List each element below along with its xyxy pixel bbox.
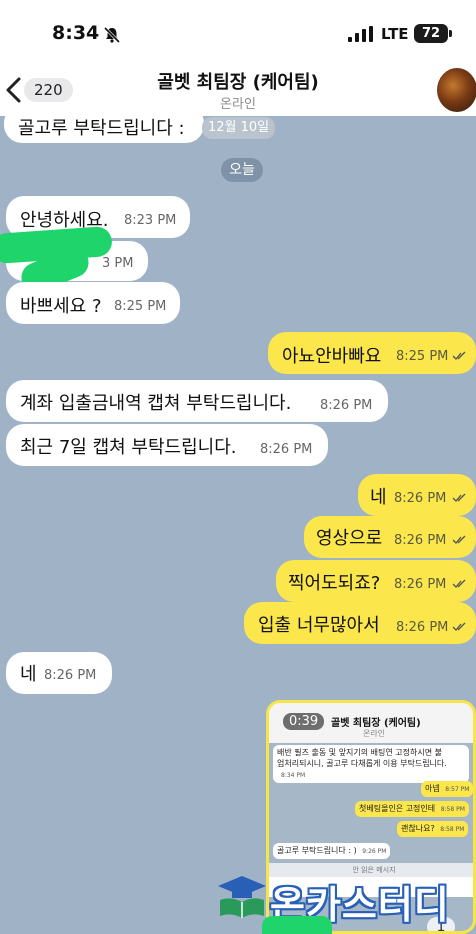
date-tag: 12월 10일	[202, 117, 276, 139]
message-bubble[interactable]: 입출 너무많아서 8:26 PM	[244, 602, 476, 644]
network-label: LTE	[381, 25, 409, 43]
read-check-icon	[452, 622, 466, 631]
read-check-icon	[452, 493, 466, 502]
message-text: 계좌 입출금내역 캡쳐 부탁드립니다.	[20, 393, 292, 414]
video-line-text: 골고루 부탁드립니다 : )	[277, 846, 357, 855]
video-duration: 0:39	[283, 713, 325, 730]
message-bubble[interactable]: 골고루 부탁드립니다 :	[4, 105, 204, 143]
video-line: 괜찮나요? 8:58 PM	[397, 821, 469, 837]
read-check-icon	[452, 579, 466, 588]
message-time: 8:26 PM	[394, 577, 447, 592]
message-bubble[interactable]: 계좌 입출금내역 캡쳐 부탁드립니다. 8:26 PM	[6, 380, 388, 422]
video-line-text: 업처리되시니, 골고루 다채롭게 이용 부탁드립니다.	[277, 759, 447, 768]
message-text: 찍어도되죠?	[288, 573, 381, 594]
video-line-time: 8:57 PM	[445, 786, 470, 793]
clock: 8:34	[52, 22, 100, 44]
message-text: 아뇨안바빠요	[282, 346, 382, 367]
video-line-time: 9:26 PM	[362, 848, 387, 855]
avatar[interactable]	[437, 68, 476, 112]
message-bubble[interactable]: 네 8:26 PM	[358, 474, 476, 516]
message-time: 8:26 PM	[394, 491, 447, 506]
message-time: 8:26 PM	[44, 668, 97, 683]
video-line-text: 배반 필즈 출동 및 앞지기의 배팅연 고정하시면 불	[277, 748, 442, 757]
video-chat-title: 골벳 최팀장 (케어팀)	[331, 718, 421, 729]
status-bar: 8:34 LTE 72	[0, 18, 476, 52]
video-line: 첫베팅올인은 고정인테 8:58 PM	[355, 801, 469, 817]
video-line-text: 첫베팅올인은 고정인테	[359, 804, 436, 813]
message-bubble[interactable]: 바쁘세요 ? 8:25 PM	[6, 282, 180, 324]
message-text: 네	[20, 664, 37, 685]
signal-icon	[348, 26, 373, 42]
message-time: 8:25 PM	[114, 299, 167, 314]
message-text: 최근 7일 캡쳐 부탁드립니다.	[20, 437, 237, 458]
message-text: 영상으로	[316, 528, 383, 549]
redaction-mark	[262, 916, 332, 934]
read-check-icon	[452, 535, 466, 544]
video-header: 골벳 최팀장 (케어팀) 온라인 0:39	[269, 703, 473, 743]
message-text: 골고루 부탁드립니다 :	[18, 118, 185, 139]
video-line-time: 8:34 PM	[281, 772, 306, 779]
video-line-text: 아넵	[425, 784, 440, 793]
message-bubble[interactable]: 아뇨안바빠요 8:25 PM	[268, 332, 476, 374]
video-line-time: 8:58 PM	[440, 806, 465, 813]
message-time: 8:25 PM	[396, 349, 449, 364]
message-bubble[interactable]: 찍어도되죠? 8:26 PM	[276, 560, 476, 602]
video-line-text: 괜찮나요?	[401, 824, 435, 833]
video-line: 골고루 부탁드립니다 : ) 9:26 PM	[273, 843, 391, 859]
message-text: 입출 너무많아서	[258, 615, 380, 636]
message-bubble[interactable]: 영상으로 8:26 PM	[304, 516, 476, 558]
silent-bell-icon	[103, 26, 121, 44]
message-time: 8:23 PM	[124, 213, 177, 228]
video-line: 아넵 8:57 PM	[421, 781, 473, 797]
message-time: 8:26 PM	[396, 620, 449, 635]
message-time: 8:26 PM	[394, 533, 447, 548]
message-bubble[interactable]: 네 8:26 PM	[6, 652, 112, 694]
battery-tip	[449, 30, 452, 37]
read-check-icon	[452, 351, 466, 360]
message-time: 8:26 PM	[260, 442, 313, 457]
watermark: 온카스터디	[216, 872, 476, 927]
video-line-time: 8:58 PM	[440, 826, 465, 833]
message-text: 바쁘세요 ?	[20, 296, 102, 317]
graduation-book-icon	[218, 876, 266, 918]
message-text: 네	[370, 487, 387, 508]
chat-title: 골벳 최팀장 (케어팀)	[157, 72, 319, 93]
message-bubble[interactable]: 최근 7일 캡쳐 부탁드립니다. 8:26 PM	[6, 424, 328, 466]
video-line: 배반 필즈 출동 및 앞지기의 배팅연 고정하시면 불 업처리되시니, 골고루 …	[273, 745, 469, 783]
date-divider: 오늘	[221, 158, 263, 182]
battery-icon: 72	[414, 24, 448, 43]
chat-header: 8:34 LTE 72 220 골벳 최팀장 (케어팀) 온라인	[0, 0, 476, 116]
message-time: 3 PM	[102, 256, 134, 271]
message-time: 8:26 PM	[320, 398, 373, 413]
